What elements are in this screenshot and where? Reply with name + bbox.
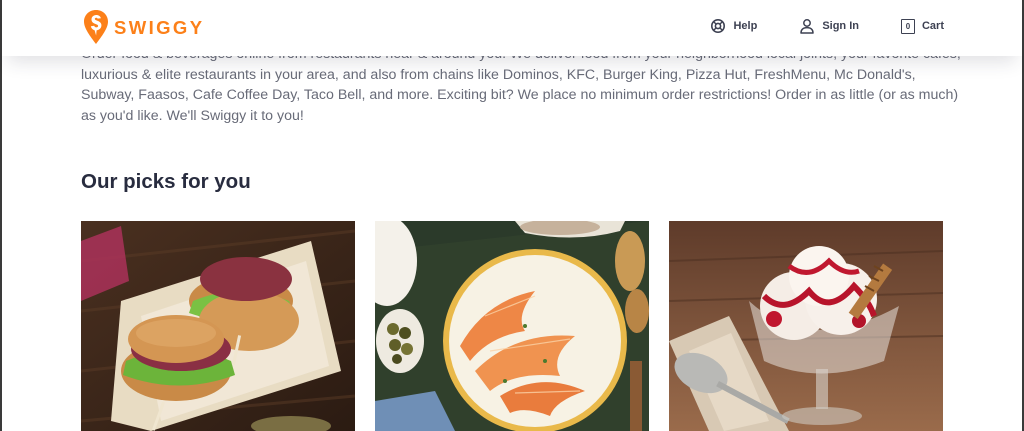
header-nav: Help Sign In 0 Cart [710,18,944,34]
help-label: Help [733,20,758,32]
top-header: SWIGGY Help Sign In 0 Cart [2,0,1022,56]
lifebuoy-icon [711,19,726,33]
prawns-plate-photo [375,221,649,431]
window-border-left [0,0,2,431]
ice-cream-sundae-photo [669,221,943,431]
cart-icon: 0 [900,18,915,34]
pick-card-prawns[interactable] [375,221,649,431]
cart-link[interactable]: 0 Cart [900,18,944,34]
burgers-photo [81,221,355,431]
pick-card-ice-cream[interactable] [669,221,943,431]
swiggy-logo[interactable]: SWIGGY [83,9,204,45]
brand-name: SWIGGY [114,17,205,38]
sign-in-label: Sign In [822,20,859,32]
swiggy-logo-icon [84,10,108,44]
sign-in-link[interactable]: Sign In [799,18,859,34]
intro-description: Order food & beverages online from resta… [81,46,961,124]
pick-card-burgers[interactable] [81,221,355,431]
help-link[interactable]: Help [710,18,757,34]
cart-label: Cart [921,20,944,32]
user-icon [800,19,815,34]
picks-section-title: Our picks for you [81,170,251,193]
